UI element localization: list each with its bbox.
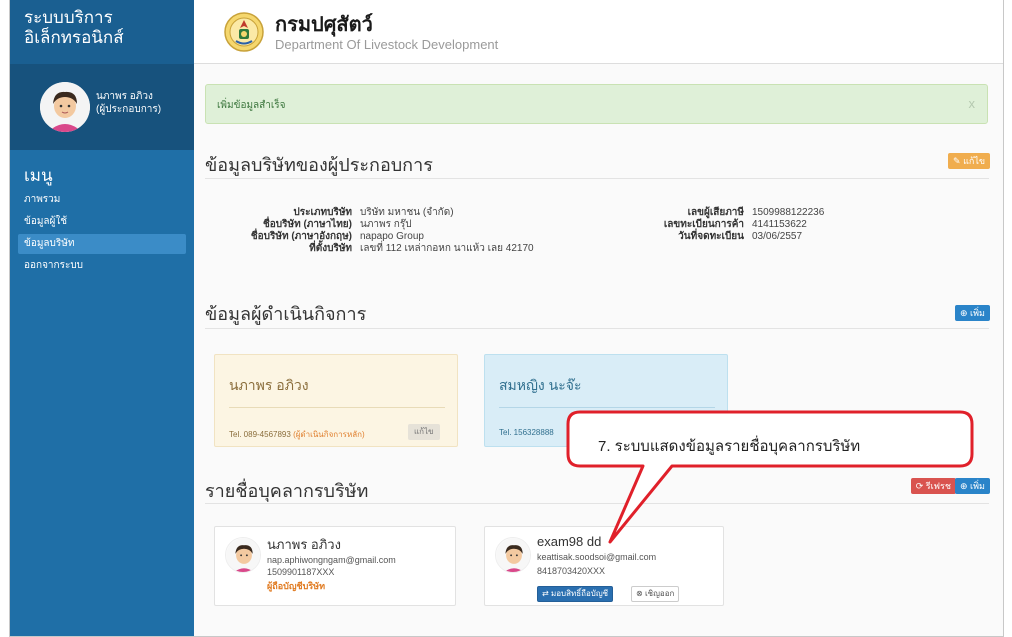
callout-bubble bbox=[566, 410, 974, 544]
app-frame: ระบบบริการ อิเล็กทรอนิกส์ นภาพร อภิวง (ผ… bbox=[9, 0, 1004, 637]
callout-text: 7. ระบบแสดงข้อมูลรายชื่อบุคลากรบริษัท bbox=[598, 438, 861, 455]
